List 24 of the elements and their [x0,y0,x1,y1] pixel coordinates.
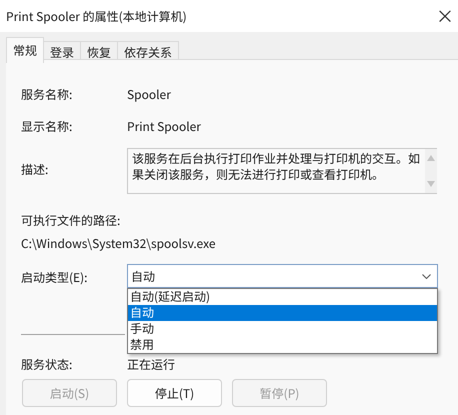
tab[interactable]: 常规 [6,37,44,63]
startup-type-dropdown[interactable]: 自动 [127,264,438,288]
scroll-down-arrow-icon[interactable] [427,181,435,187]
field-value: Spooler [127,86,171,102]
dropdown-option[interactable]: 自动 [128,305,437,321]
field-label: 描述: [21,161,50,178]
description-box: 该服务在后台执行打印作业并处理与打印机的交互。如果关闭该服务，则无法进行打印或查看打印机。 [127,148,437,194]
field-label: 启动类型(E): [21,269,89,286]
scroll-up-arrow-icon[interactable] [427,155,435,161]
field-value: Print Spooler [127,118,201,134]
dropdown-option[interactable]: 自动(延迟启动) [128,289,437,305]
status-value: 正在运行 [127,356,176,372]
field-label: 服务状态: [21,356,74,372]
action-button[interactable]: 停止(T) [127,379,222,407]
window-title: Print Spooler 的属性(本地计算机) [6,8,187,24]
scrollbar[interactable] [425,149,437,193]
dropdown-option[interactable]: 禁用 [128,337,437,353]
close-button[interactable]: × [432,6,458,26]
dropdown-option[interactable]: 手动 [128,321,437,337]
chevron-down-icon [422,274,431,278]
field-label: 服务名称: [21,86,74,102]
path-value: C:\Windows\System32\spoolsv.exe [21,235,216,252]
field-label: 显示名称: [21,118,74,134]
field-label: 可执行文件的路径: [21,212,122,229]
